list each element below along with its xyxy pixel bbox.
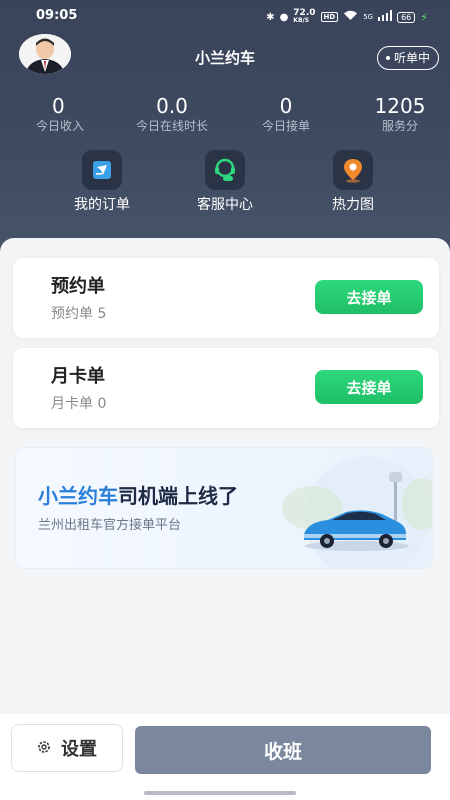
- net-speed-value: 72.0: [293, 8, 316, 18]
- gear-icon: [37, 738, 51, 759]
- settings-label: 设置: [61, 739, 97, 760]
- footer-bar: 设置 收班: [0, 714, 450, 800]
- headset-icon: [205, 150, 245, 190]
- settings-button[interactable]: 设置: [11, 724, 123, 772]
- stat-label: 今日在线时长: [135, 119, 208, 133]
- stat-online-time: 0.0 今日在线时长: [124, 94, 220, 134]
- status-icons: ✱ ● 72.0 KB/S HD 5G 66 ⚡: [266, 9, 428, 25]
- net-speed: 72.0 KB/S: [293, 9, 315, 25]
- listen-status-label: 听单中: [393, 51, 430, 65]
- taxi-illustration-icon: [282, 456, 432, 568]
- signal-label: 5G: [363, 13, 374, 21]
- stat-label: 今日接单: [261, 119, 310, 133]
- status-time: 09:05: [36, 8, 78, 23]
- status-bar: 09:05 ✱ ● 72.0 KB/S HD 5G 66 ⚡: [0, 0, 450, 30]
- menu-customer-service[interactable]: 客服中心: [175, 150, 275, 214]
- card-subtitle: 月卡单 0: [51, 396, 107, 412]
- take-reservation-order-button[interactable]: 去接单: [315, 280, 423, 314]
- stat-label: 服务分: [381, 119, 418, 133]
- menu-label: 我的订单: [74, 197, 130, 213]
- banner-title-highlight: 小兰约车: [38, 484, 118, 508]
- stat-value: 0: [52, 94, 65, 118]
- card-title: 预约单: [51, 276, 105, 297]
- location-icon: ●: [279, 11, 289, 23]
- wifi-icon: [343, 10, 358, 24]
- hd-badge: HD: [320, 12, 339, 22]
- map-pin-icon: [333, 150, 373, 190]
- stat-income: 0 今日收入: [22, 94, 98, 134]
- menu-heatmap[interactable]: 热力图: [303, 150, 403, 214]
- menu-label: 热力图: [332, 197, 374, 213]
- take-monthly-order-button[interactable]: 去接单: [315, 370, 423, 404]
- promo-banner[interactable]: 小兰约车司机端上线了 兰州出租车官方接单平台: [15, 447, 433, 569]
- stat-value: 0.0: [156, 94, 188, 118]
- card-title: 月卡单: [51, 366, 105, 387]
- listen-status-button[interactable]: 听单中: [376, 46, 439, 70]
- charging-icon: ⚡: [420, 10, 428, 24]
- bluetooth-icon: ✱: [266, 11, 275, 23]
- stat-orders: 0 今日接单: [248, 94, 324, 134]
- reservation-order-card[interactable]: 预约单 预约单 5 去接单: [13, 258, 439, 338]
- stat-value: 0: [279, 94, 293, 118]
- menu-label: 客服中心: [197, 197, 253, 213]
- stat-label: 今日收入: [35, 119, 84, 133]
- net-speed-unit: KB/S: [293, 17, 310, 24]
- order-icon: [82, 150, 122, 190]
- status-dot-icon: [385, 56, 390, 60]
- battery-icon: 66: [397, 11, 416, 23]
- monthly-card-order-card[interactable]: 月卡单 月卡单 0 去接单: [13, 348, 439, 428]
- card-subtitle: 预约单 5: [51, 306, 107, 322]
- banner-subtitle: 兰州出租车官方接单平台: [38, 518, 182, 533]
- menu-my-orders[interactable]: 我的订单: [52, 150, 152, 214]
- stats-row: 0 今日收入 0.0 今日在线时长 0 今日接单 1205 服务分: [0, 94, 450, 138]
- home-indicator[interactable]: [144, 791, 296, 795]
- signal-icon: [378, 10, 393, 24]
- stat-value: 1205: [374, 94, 426, 118]
- banner-title: 小兰约车司机端上线了: [38, 480, 238, 509]
- off-duty-button[interactable]: 收班: [135, 726, 431, 774]
- header: 09:05 ✱ ● 72.0 KB/S HD 5G 66 ⚡ 小兰约车 听单中 …: [0, 0, 450, 258]
- stat-service-score: 1205 服务分: [362, 94, 438, 134]
- banner-title-rest: 司机端上线了: [118, 484, 238, 508]
- quick-menu: 我的订单 客服中心 热力图: [0, 150, 450, 220]
